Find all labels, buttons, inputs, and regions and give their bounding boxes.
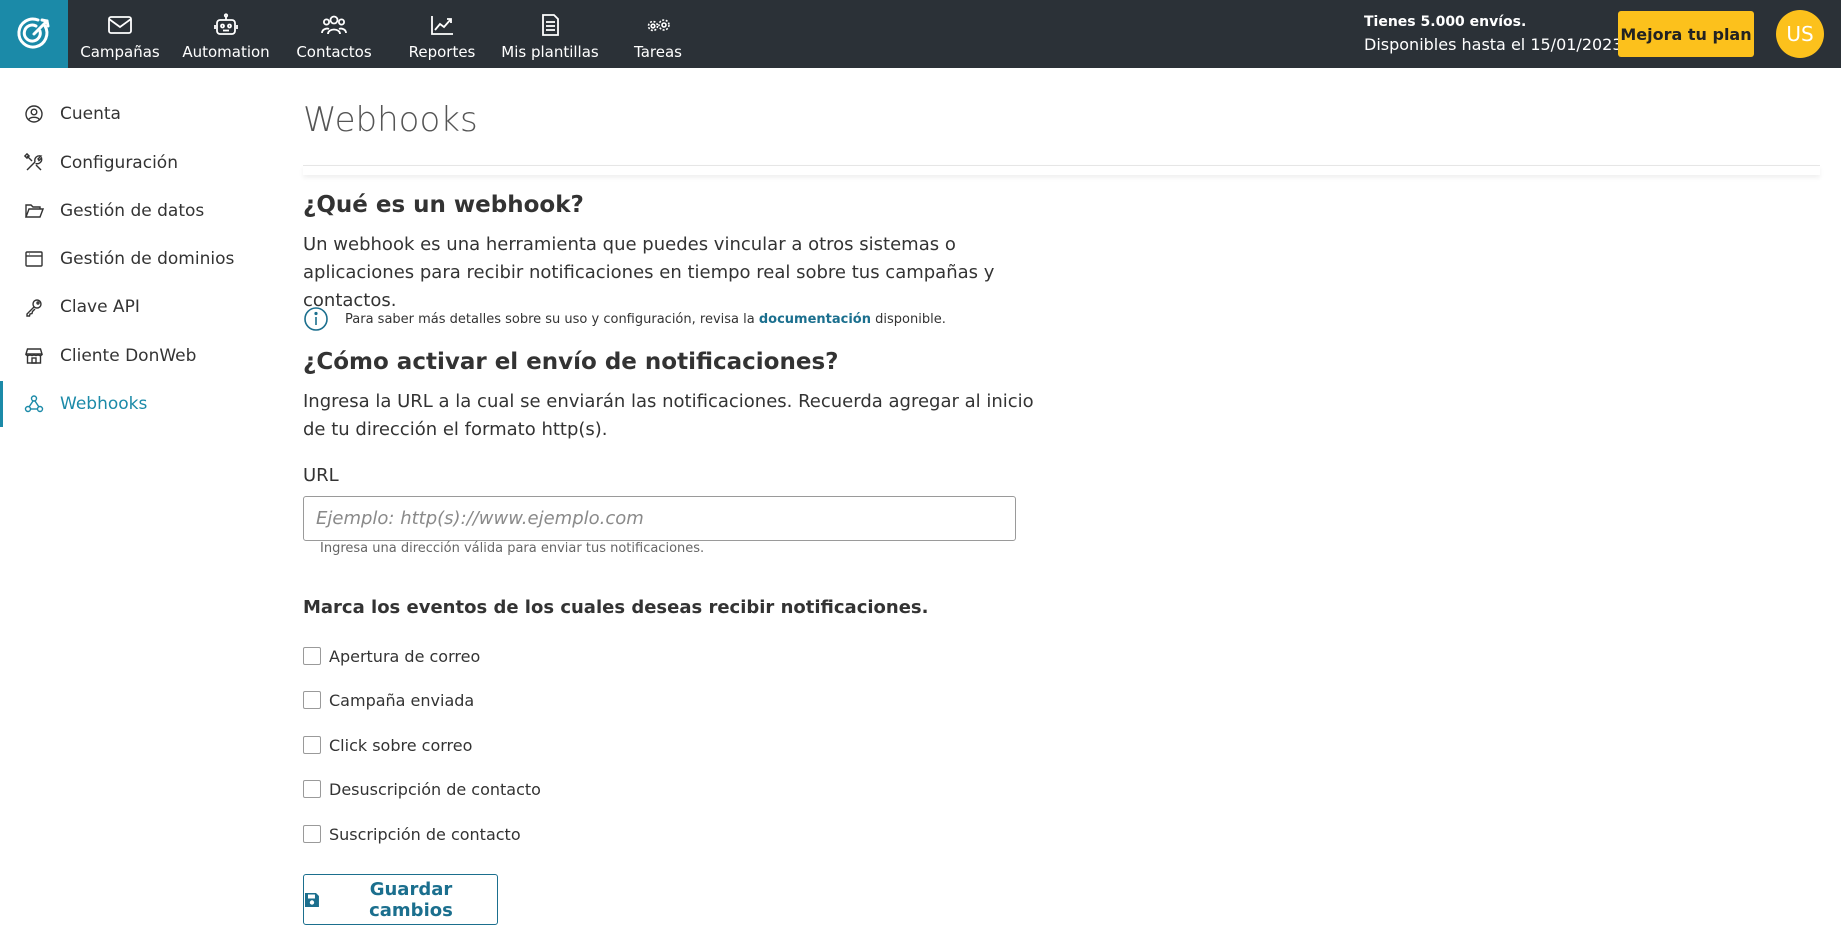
how-to-activate-text: Ingresa la URL a la cual se enviarán las… (303, 391, 1034, 440)
sidebar-item-cliente-donweb[interactable]: Cliente DonWeb (0, 333, 280, 379)
nav-label: Reportes (408, 43, 476, 61)
how-to-activate-heading: ¿Cómo activar el envío de notificaciones… (303, 349, 839, 375)
nav-label: Campañas (80, 43, 160, 61)
app-logo[interactable] (0, 0, 68, 68)
user-circle-icon (25, 105, 43, 123)
sidebar-item-gestion-dominios[interactable]: Gestión de dominios (0, 236, 280, 282)
sidebar-item-cuenta[interactable]: Cuenta (0, 91, 280, 137)
template-icon (542, 14, 559, 36)
sidebar-item-clave-api[interactable]: Clave API (0, 284, 280, 330)
checkbox-label: Suscripción de contacto (329, 824, 521, 844)
browser-window-icon (25, 251, 43, 267)
nav-item-tareas[interactable]: Tareas (604, 0, 712, 68)
nav-item-reportes[interactable]: Reportes (388, 0, 496, 68)
event-checkbox-apertura-correo[interactable]: Apertura de correo (303, 644, 480, 668)
checkbox-label: Desuscripción de contacto (329, 779, 541, 799)
nav-label: Contactos (296, 43, 372, 61)
what-is-webhook-heading: ¿Qué es un webhook? (303, 192, 584, 218)
save-changes-button[interactable]: Guardar cambios (303, 874, 498, 925)
sidebar-item-configuracion[interactable]: Configuración (0, 140, 280, 186)
plan-sends-count: Tienes 5.000 envíos. (1364, 14, 1527, 30)
info-icon (304, 307, 328, 331)
plan-expiry: Disponibles hasta el 15/01/2023 (1364, 35, 1623, 54)
checkbox-label: Campaña enviada (329, 690, 475, 710)
avatar[interactable]: US (1776, 10, 1824, 58)
sidebar-item-label: Gestión de dominios (60, 249, 235, 269)
checkbox[interactable] (303, 825, 321, 843)
sidebar-item-label: Cliente DonWeb (60, 346, 197, 366)
top-navigation-bar: Campañas Automation Contactos Reportes M… (0, 0, 1841, 68)
documentation-link[interactable]: documentación (759, 312, 871, 327)
what-is-webhook-text: Un webhook es una herramienta que puedes… (303, 234, 995, 311)
users-icon (321, 15, 347, 35)
info-text-after: disponible. (871, 311, 946, 327)
sidebar-item-label: Cuenta (60, 104, 121, 124)
nav-label: Automation (182, 43, 270, 61)
event-checkbox-campana-enviada[interactable]: Campaña enviada (303, 688, 474, 712)
robot-icon (214, 13, 238, 35)
checkbox[interactable] (303, 691, 321, 709)
plan-info: Tienes 5.000 envíos. Disponibles hasta e… (1364, 14, 1623, 54)
url-label: URL (303, 465, 339, 486)
events-title: Marca los eventos de los cuales deseas r… (303, 597, 929, 618)
event-checkbox-desuscripcion[interactable]: Desuscripción de contacto (303, 777, 541, 801)
save-changes-label: Guardar cambios (369, 878, 453, 921)
envelope-icon (108, 16, 132, 34)
store-icon (25, 348, 43, 364)
main-nav: Campañas Automation Contactos Reportes M… (68, 0, 712, 68)
webhook-icon (24, 395, 44, 413)
checkbox-label: Apertura de correo (329, 646, 481, 666)
documentation-note: Para saber más detalles sobre su uso y c… (303, 305, 946, 333)
page-title: Webhooks (303, 100, 478, 140)
info-text-before: Para saber más detalles sobre su uso y c… (345, 311, 759, 327)
folder-icon (24, 204, 44, 218)
key-icon (26, 299, 42, 317)
nav-label: Mis plantillas (501, 43, 599, 61)
sidebar-item-gestion-datos[interactable]: Gestión de datos (0, 188, 280, 234)
sidebar-item-webhooks[interactable]: Webhooks (0, 381, 280, 427)
checkbox[interactable] (303, 780, 321, 798)
title-divider (303, 165, 1820, 175)
target-arrow-icon (17, 17, 50, 49)
sidebar-item-label: Clave API (60, 297, 140, 317)
sidebar-item-label: Webhooks (60, 394, 148, 414)
url-input[interactable] (303, 496, 1016, 541)
event-checkbox-click-correo[interactable]: Click sobre correo (303, 733, 472, 757)
nav-label: Tareas (634, 43, 682, 61)
tools-icon (24, 153, 43, 171)
url-help-text: Ingresa una dirección válida para enviar… (320, 541, 705, 556)
chart-icon (431, 16, 453, 35)
upgrade-plan-button[interactable]: Mejora tu plan (1618, 11, 1754, 57)
checkbox-label: Click sobre correo (329, 735, 473, 755)
documentation-note-text: Para saber más detalles sobre su uso y c… (345, 312, 946, 327)
nav-item-contactos[interactable]: Contactos (280, 0, 388, 68)
event-checkbox-suscripcion[interactable]: Suscripción de contacto (303, 822, 521, 846)
sidebar-item-label: Gestión de datos (60, 201, 205, 221)
gears-icon (647, 19, 670, 32)
sidebar-item-label: Configuración (60, 153, 178, 173)
nav-item-campanas[interactable]: Campañas (68, 0, 172, 68)
floppy-disk-icon (304, 892, 319, 907)
nav-item-automation[interactable]: Automation (172, 0, 280, 68)
nav-item-mis-plantillas[interactable]: Mis plantillas (496, 0, 604, 68)
checkbox[interactable] (303, 736, 321, 754)
checkbox[interactable] (303, 647, 321, 665)
